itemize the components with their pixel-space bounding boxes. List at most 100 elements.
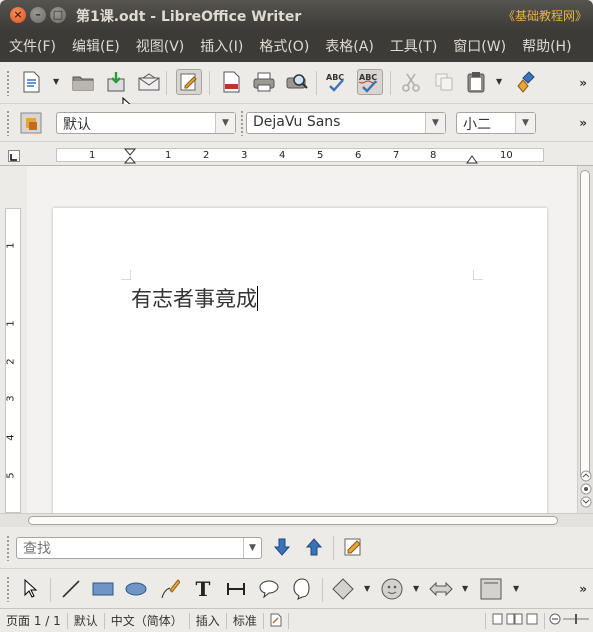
horizontal-scrollbar[interactable]	[0, 513, 593, 527]
arrows-dropdown-icon[interactable]: ▼	[462, 584, 470, 593]
document-text[interactable]: 有志者事竟成	[131, 283, 258, 313]
font-size-value: 小二	[463, 117, 491, 133]
line-tool-icon[interactable]	[58, 576, 84, 602]
ruler-number: 2	[203, 150, 210, 161]
paste-dropdown-icon[interactable]: ▼	[496, 77, 504, 86]
rectangle-tool-icon[interactable]	[90, 576, 116, 602]
status-selection-mode[interactable]: 标准	[227, 612, 264, 629]
document-modified-icon	[264, 612, 289, 629]
callout-icon[interactable]	[256, 576, 282, 602]
ruler-number: 1	[5, 242, 17, 249]
chevron-down-icon[interactable]: ▼	[425, 113, 445, 133]
ruler-number: 7	[393, 150, 400, 161]
ruler-number: 2	[5, 358, 17, 365]
chevron-down-icon[interactable]: ▼	[215, 113, 235, 133]
minimize-window-icon[interactable]: –	[30, 7, 46, 23]
zoom-slider[interactable]	[545, 613, 593, 628]
menu-insert[interactable]: 插入(I)	[191, 36, 250, 56]
select-arrow-icon[interactable]	[18, 576, 44, 602]
vertical-scrollbar[interactable]	[577, 166, 593, 513]
toolbar-grip[interactable]	[6, 535, 10, 561]
find-input[interactable]	[16, 537, 262, 559]
font-name-select[interactable]: DejaVu Sans ▼	[246, 112, 446, 134]
menu-bar: 文件(F) 编辑(E) 视图(V) 插入(I) 格式(O) 表格(A) 工具(T…	[0, 30, 593, 62]
basic-shapes-icon[interactable]	[330, 576, 356, 602]
symbol-shapes-icon[interactable]	[379, 576, 405, 602]
toolbar-grip[interactable]	[6, 576, 10, 602]
left-indent-marker-icon[interactable]	[124, 148, 136, 164]
horizontal-scroll-thumb[interactable]	[28, 516, 558, 525]
toolbar-overflow-icon[interactable]: »	[579, 116, 587, 130]
dimension-line-icon[interactable]	[223, 576, 249, 602]
ruler-number: 4	[279, 150, 286, 161]
text-cursor	[257, 286, 258, 311]
document-canvas[interactable]: 有志者事竟成	[27, 166, 577, 513]
ruler-number: 5	[317, 150, 324, 161]
ellipse-tool-icon[interactable]	[123, 576, 149, 602]
styles-formatting-icon[interactable]	[18, 110, 44, 136]
menu-window[interactable]: 窗口(W)	[444, 36, 513, 56]
shapes-dropdown-icon[interactable]: ▼	[364, 584, 372, 593]
drawing-toolbar: T ▼ ▼ ▼ ▼ »	[0, 569, 593, 609]
status-page-style[interactable]: 默认	[68, 612, 105, 629]
status-signature	[289, 612, 486, 629]
cut-icon[interactable]	[398, 69, 424, 95]
edit-mode-icon[interactable]	[176, 69, 202, 95]
format-paintbrush-icon[interactable]	[513, 69, 539, 95]
close-window-icon[interactable]: ×	[10, 7, 26, 23]
find-previous-icon[interactable]	[301, 534, 327, 560]
spellcheck-icon[interactable]: ABC	[324, 69, 350, 95]
ruler-number: 3	[5, 395, 17, 402]
autospellcheck-icon[interactable]: ABC	[357, 69, 383, 95]
document-page[interactable]: 有志者事竟成	[53, 208, 547, 513]
toolbar-overflow-icon[interactable]: »	[579, 76, 587, 90]
ruler-number: 5	[5, 472, 17, 479]
export-pdf-icon[interactable]	[218, 69, 244, 95]
window-title: 第1课.odt - LibreOffice Writer	[76, 9, 302, 25]
menu-tools[interactable]: 工具(T)	[381, 36, 444, 56]
chevron-down-icon[interactable]: ▼	[243, 538, 261, 558]
new-dropdown-icon[interactable]: ▼	[53, 77, 61, 86]
paste-icon[interactable]	[463, 69, 489, 95]
ruler-number: 3	[241, 150, 248, 161]
chevron-down-icon[interactable]: ▼	[515, 113, 535, 133]
page-navigation-icon[interactable]	[580, 470, 592, 512]
menu-view[interactable]: 视图(V)	[127, 36, 192, 56]
vertical-scroll-thumb[interactable]	[580, 170, 590, 480]
freeform-line-icon[interactable]	[157, 576, 183, 602]
email-icon[interactable]	[136, 69, 162, 95]
new-document-icon[interactable]	[18, 69, 44, 95]
vertical-callout-icon[interactable]	[289, 576, 315, 602]
toolbar-grip[interactable]	[6, 110, 10, 136]
print-preview-icon[interactable]	[284, 69, 310, 95]
menu-table[interactable]: 表格(A)	[316, 36, 381, 56]
menu-help[interactable]: 帮助(H)	[513, 36, 578, 56]
toolbar-overflow-icon[interactable]: »	[579, 582, 587, 596]
menu-file[interactable]: 文件(F)	[0, 36, 63, 56]
block-arrows-icon[interactable]	[428, 576, 454, 602]
status-language[interactable]: 中文（简体）	[105, 612, 190, 629]
find-next-icon[interactable]	[269, 534, 295, 560]
tab-stop-selector[interactable]	[8, 150, 20, 162]
find-replace-icon[interactable]	[342, 534, 368, 560]
flowchart-dropdown-icon[interactable]: ▼	[513, 584, 521, 593]
view-layout-icons[interactable]	[486, 612, 545, 629]
save-icon[interactable]	[103, 69, 129, 95]
menu-edit[interactable]: 编辑(E)	[63, 36, 127, 56]
ruler-number: 1	[5, 320, 17, 327]
toolbar-grip[interactable]	[240, 110, 244, 136]
status-insert-mode[interactable]: 插入	[190, 612, 227, 629]
print-icon[interactable]	[251, 69, 277, 95]
symbols-dropdown-icon[interactable]: ▼	[413, 584, 421, 593]
status-page-count[interactable]: 页面 1 / 1	[0, 612, 68, 629]
copy-icon[interactable]	[431, 69, 457, 95]
flowchart-icon[interactable]	[478, 576, 504, 602]
toolbar-grip[interactable]	[6, 70, 10, 96]
paragraph-style-select[interactable]: 默认 ▼	[56, 112, 236, 134]
menu-format[interactable]: 格式(O)	[250, 36, 316, 56]
maximize-window-icon[interactable]: □	[50, 7, 66, 23]
font-size-select[interactable]: 小二 ▼	[456, 112, 536, 134]
open-folder-icon[interactable]	[70, 69, 96, 95]
text-tool-icon[interactable]: T	[190, 576, 216, 602]
right-indent-marker-icon[interactable]	[466, 150, 478, 164]
